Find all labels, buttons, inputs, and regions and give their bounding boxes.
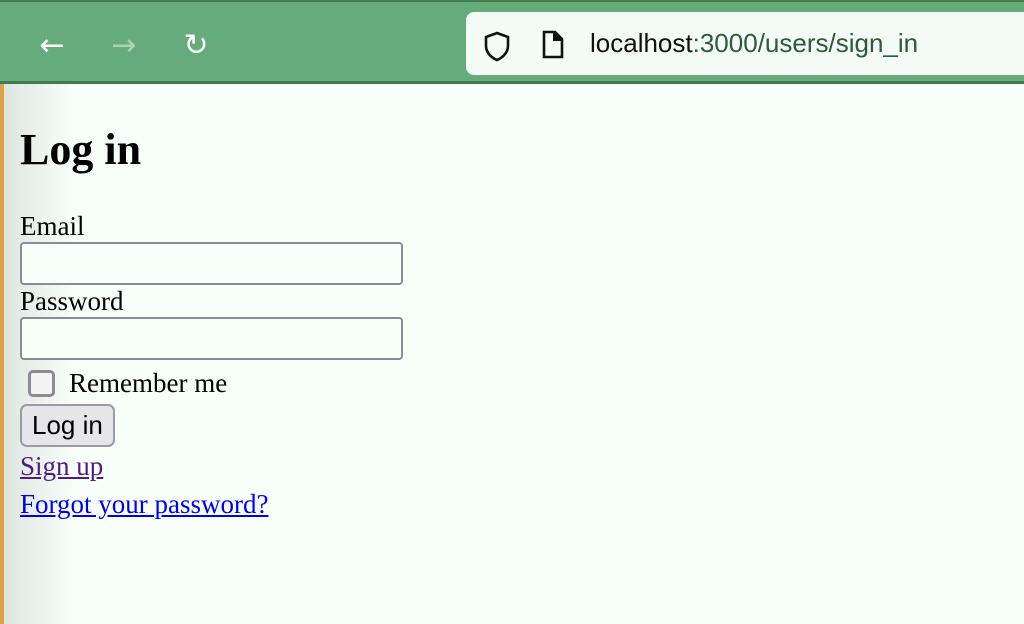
password-label: Password	[20, 286, 124, 316]
email-label: Email	[20, 211, 85, 241]
back-button[interactable]: ←	[34, 28, 70, 64]
email-field[interactable]	[20, 242, 403, 285]
login-page: Log in Email Password Remember me Log in…	[20, 84, 403, 523]
url-text[interactable]: localhost:3000/users/sign_in	[590, 28, 918, 59]
forgot-password-link[interactable]: Forgot your password?	[20, 485, 403, 523]
browser-toolbar: ← → ↻ localhost:3000/users/sign_in	[0, 0, 1024, 84]
remember-me-checkbox[interactable]	[28, 369, 55, 397]
forward-button[interactable]: →	[106, 28, 142, 64]
url-path: :3000/users/sign_in	[692, 28, 919, 58]
page-title: Log in	[20, 125, 142, 174]
address-bar[interactable]: localhost:3000/users/sign_in	[466, 12, 1024, 75]
password-field[interactable]	[20, 317, 403, 360]
remember-me-row: Remember me	[20, 364, 403, 402]
reload-button[interactable]: ↻	[178, 28, 214, 64]
login-button[interactable]: Log in	[20, 404, 115, 447]
shield-icon[interactable]	[482, 30, 512, 62]
sign-up-link[interactable]: Sign up	[20, 447, 403, 485]
page-icon	[542, 30, 564, 59]
remember-me-label[interactable]: Remember me	[69, 368, 227, 399]
url-host: localhost	[590, 28, 693, 58]
